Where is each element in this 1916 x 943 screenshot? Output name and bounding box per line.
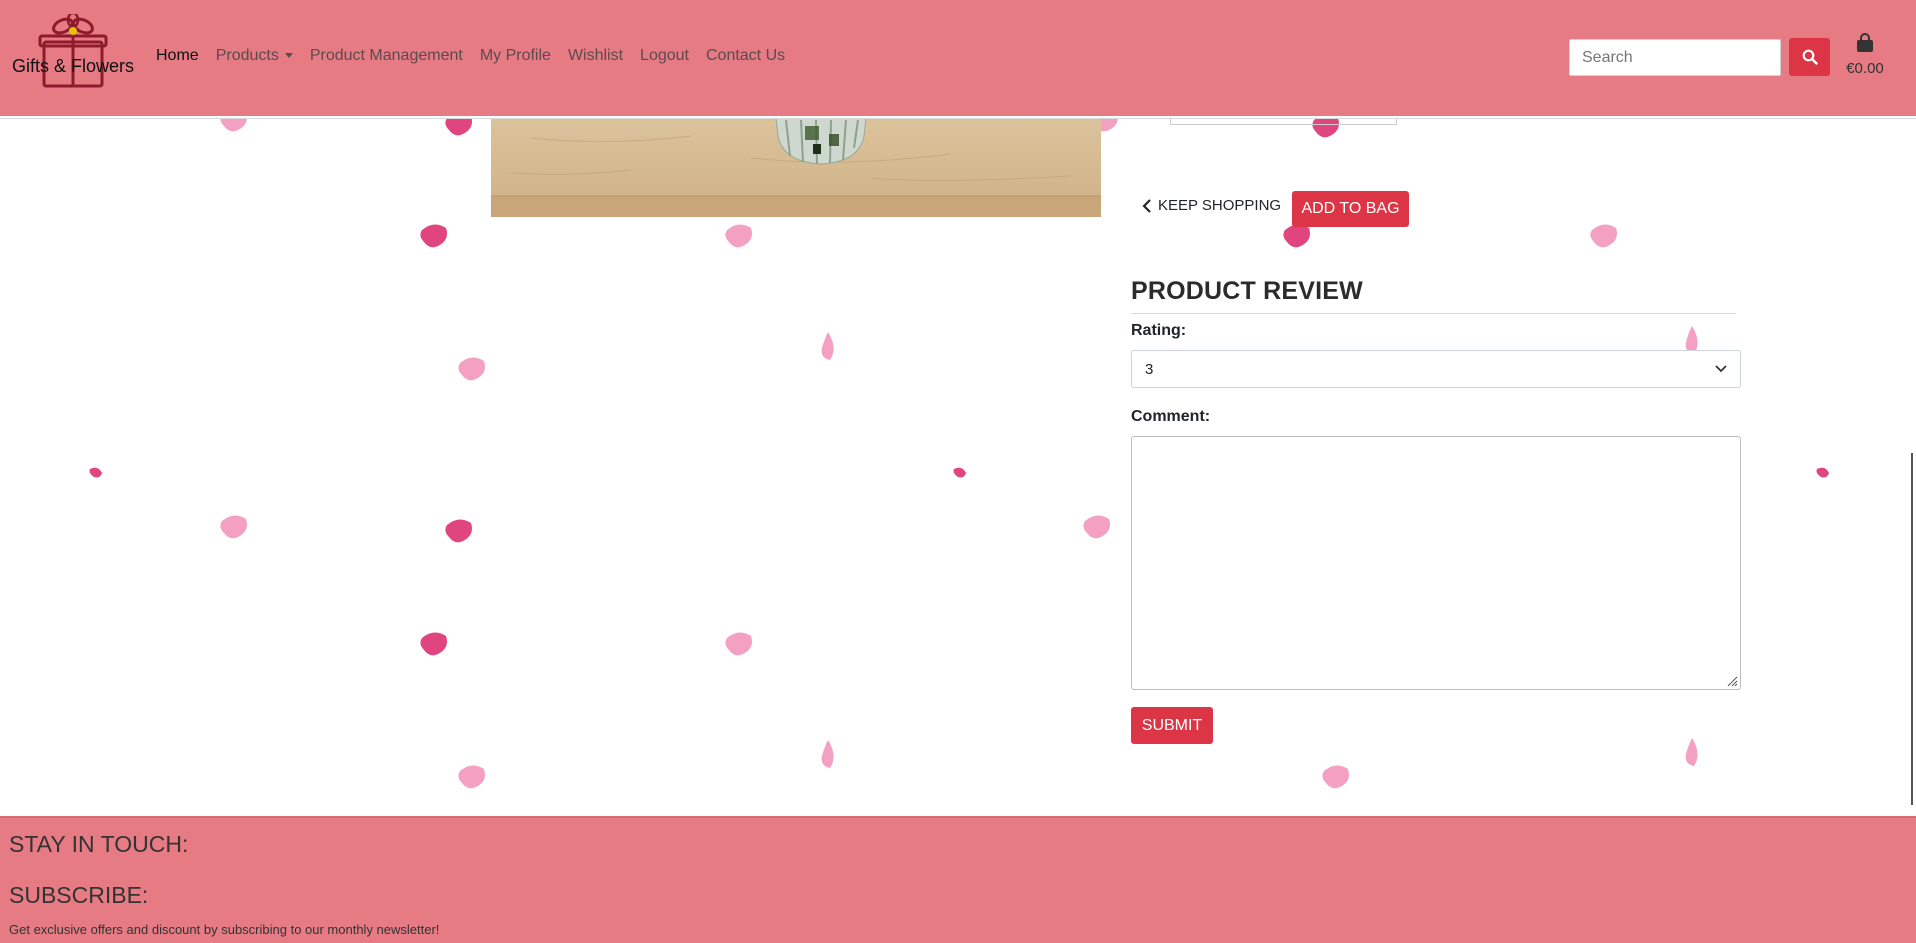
petal-decoration — [1816, 467, 1829, 478]
petal-decoration — [1283, 224, 1310, 248]
petal-decoration — [725, 632, 752, 656]
nav-products[interactable]: Products — [216, 47, 293, 65]
nav-my-profile[interactable]: My Profile — [480, 47, 551, 65]
add-to-bag-button[interactable]: ADD TO BAG — [1292, 191, 1409, 227]
keep-shopping-button[interactable]: KEEP SHOPPING — [1142, 197, 1281, 214]
petal-decoration — [420, 632, 447, 656]
subscribe-heading: SUBSCRIBE: — [9, 882, 149, 908]
gift-flower-icon — [38, 14, 108, 88]
shopping-bag-icon — [1857, 33, 1873, 52]
petal-decoration — [420, 224, 447, 248]
navbar: Gifts & Flowers Home Products Product Ma… — [0, 0, 1916, 118]
nav-wishlist[interactable]: Wishlist — [568, 47, 623, 65]
search-input[interactable] — [1569, 39, 1781, 76]
footer: STAY IN TOUCH: SUBSCRIBE: Get exclusive … — [0, 816, 1916, 943]
nav-logout[interactable]: Logout — [640, 47, 689, 65]
petal-decoration — [1685, 738, 1698, 766]
petal-decoration — [821, 332, 834, 360]
rating-label: Rating: — [1131, 322, 1187, 339]
cart-link[interactable]: €0.00 — [1843, 33, 1887, 77]
resize-handle-icon[interactable] — [1726, 675, 1738, 687]
nav-product-management[interactable]: Product Management — [310, 47, 463, 65]
nav-contact-us[interactable]: Contact Us — [706, 47, 785, 65]
divider — [1131, 313, 1736, 314]
subscribe-text: Get exclusive offers and discount by sub… — [9, 922, 440, 937]
petal-decoration — [445, 519, 472, 543]
petal-decoration — [1322, 765, 1349, 789]
petal-decoration — [220, 515, 247, 539]
chevron-down-icon — [284, 53, 293, 59]
product-image — [491, 118, 1101, 217]
comment-label: Comment: — [1131, 408, 1211, 425]
comment-textarea[interactable] — [1131, 436, 1741, 690]
nav-products-label: Products — [215, 47, 279, 64]
chevron-left-icon — [1142, 198, 1151, 213]
petal-decoration — [1083, 515, 1110, 539]
chevron-down-icon — [1715, 365, 1727, 373]
petal-decoration — [953, 467, 966, 478]
search-icon — [1802, 49, 1818, 65]
cart-total: €0.00 — [1846, 60, 1884, 77]
search-button[interactable] — [1789, 38, 1830, 76]
petal-decoration — [1590, 224, 1617, 248]
keep-shopping-label: KEEP SHOPPING — [1158, 197, 1282, 214]
nav-home[interactable]: Home — [156, 47, 199, 65]
petal-decoration — [458, 765, 485, 789]
petal-decoration — [458, 357, 485, 381]
petal-decoration — [821, 740, 834, 768]
petal-decoration — [89, 467, 102, 478]
scrollbar[interactable] — [1911, 453, 1913, 805]
rating-selected-value: 3 — [1145, 360, 1154, 378]
main-nav: Home Products Product Management My Prof… — [156, 47, 802, 65]
rating-select[interactable]: 3 — [1131, 350, 1741, 388]
petal-decoration — [725, 224, 752, 248]
brand-name: Gifts & Flowers — [12, 56, 135, 76]
submit-review-button[interactable]: SUBMIT — [1131, 707, 1213, 744]
brand-logo[interactable]: Gifts & Flowers — [10, 14, 140, 90]
review-title: PRODUCT REVIEW — [1131, 277, 1363, 305]
stay-in-touch-heading: STAY IN TOUCH: — [9, 831, 189, 857]
